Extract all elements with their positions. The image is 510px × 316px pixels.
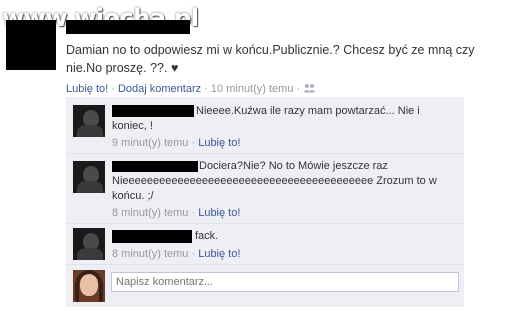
comment-text-line2: Nieeeeeeeeeeeeeeeeeeeeeeeeeeeeeeeeeeeeee… (112, 175, 437, 187)
comment-text-line1: Dociera?Nie? No to Mówie jeszcze raz (199, 160, 388, 172)
separator: · (188, 248, 199, 260)
separator: · (201, 83, 211, 95)
post-text: Damian no to odpowiesz mi w końcu.Public… (66, 41, 486, 77)
commenter-name-redacted (112, 161, 198, 172)
comment-like-link[interactable]: Lubię to! (198, 207, 240, 219)
comment-timestamp[interactable]: 8 minut(y) temu (112, 207, 188, 219)
post-timestamp[interactable]: 10 minut(y) temu (211, 83, 294, 95)
post-text-line1: Damian no to odpowiesz mi w końcu.Public… (66, 43, 475, 57)
audience-friends-icon (303, 83, 316, 93)
post-author-avatar (6, 20, 56, 70)
comment-item: Dociera?Nie? No to Mówie jeszcze raz Nie… (66, 154, 464, 224)
post-author-name-redacted (66, 20, 190, 34)
commenter-name-redacted (112, 230, 192, 243)
comment-meta: 8 minut(y) temu · Lubię to! (112, 207, 240, 219)
add-comment-link[interactable]: Dodaj komentarz (118, 83, 201, 95)
comment-text-line1: fack. (195, 230, 219, 242)
comment-text-line2: koniec, ! (112, 120, 153, 132)
heart-icon: ♥ (170, 61, 179, 75)
comment-like-link[interactable]: Lubię to! (198, 137, 240, 149)
comment-meta: 9 minut(y) temu · Lubię to! (112, 137, 240, 149)
post-actions: Lubię to! · Dodaj komentarz · 10 minut(y… (66, 83, 316, 95)
commenter-name-redacted (112, 105, 194, 117)
comment-timestamp[interactable]: 9 minut(y) temu (112, 137, 188, 149)
comment-item: Nieeee.Kuźwa ile razy mam powtarzać... N… (66, 97, 464, 154)
like-link[interactable]: Lubię to! (66, 83, 108, 95)
commenter-avatar (73, 105, 105, 137)
comment-input[interactable] (111, 272, 459, 292)
comment-item: fack. 8 minut(y) temu · Lubię to! (66, 224, 464, 265)
post-text-line2: nie.No proszę. ??. (66, 61, 168, 75)
separator: · (108, 83, 118, 95)
comment-meta: 8 minut(y) temu · Lubię to! (112, 248, 240, 260)
commenter-avatar (73, 161, 105, 193)
comment-text-line1: Nieeee.Kuźwa ile razy mam powtarzać... N… (196, 105, 420, 117)
separator: · (293, 83, 304, 95)
comment-like-link[interactable]: Lubię to! (198, 248, 240, 260)
separator: · (188, 207, 199, 219)
current-user-avatar (73, 270, 105, 302)
comment-timestamp[interactable]: 8 minut(y) temu (112, 248, 188, 260)
comment-text-line3: końcu. ;/ (112, 190, 154, 202)
separator: · (188, 137, 199, 149)
commenter-avatar (73, 228, 105, 260)
